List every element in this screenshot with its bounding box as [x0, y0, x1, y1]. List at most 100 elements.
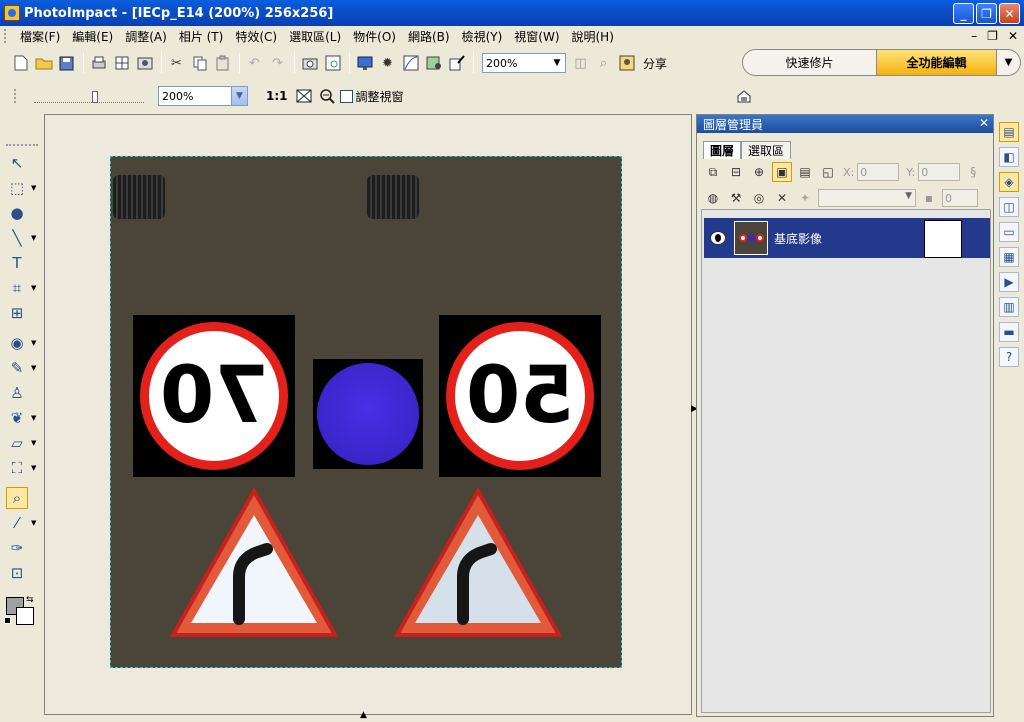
- layer-mask-thumbnail[interactable]: [924, 220, 962, 258]
- chevron-down-icon[interactable]: ▼: [31, 439, 36, 447]
- mask-icon[interactable]: ◍: [703, 188, 723, 208]
- background-color-swatch[interactable]: [16, 607, 34, 625]
- new-icon[interactable]: [10, 53, 31, 74]
- properties-icon[interactable]: ▤: [795, 162, 815, 182]
- zoom-select[interactable]: 200% ▼: [482, 53, 566, 73]
- menu-view[interactable]: 檢視(Y): [456, 28, 509, 45]
- shape-icon[interactable]: ◫: [570, 53, 591, 74]
- path-tool-icon[interactable]: ●: [6, 202, 28, 224]
- thumbnail-view-icon[interactable]: ▣: [772, 162, 792, 182]
- chevron-down-icon[interactable]: ▼: [31, 364, 36, 372]
- paste-icon[interactable]: [212, 53, 233, 74]
- menu-web[interactable]: 網路(B): [402, 28, 456, 45]
- photoimpact-app-icon[interactable]: [4, 5, 20, 21]
- duplicate-layer-icon[interactable]: ⧉: [703, 162, 723, 182]
- menu-file[interactable]: 檔案(F): [14, 28, 66, 45]
- tab-layers[interactable]: 圖層: [703, 141, 742, 159]
- fit-window-checkbox[interactable]: [339, 89, 353, 103]
- menu-help[interactable]: 說明(H): [566, 28, 620, 45]
- text-tool-icon[interactable]: T: [6, 252, 28, 274]
- eye-mask-icon[interactable]: ◎: [749, 188, 769, 208]
- pen-tool-icon[interactable]: ✑: [6, 537, 28, 559]
- export-icon[interactable]: [736, 88, 752, 104]
- swap-colors-icon[interactable]: ⇆: [26, 595, 34, 605]
- options-grip[interactable]: [14, 89, 18, 103]
- document-dock-icon[interactable]: ▥: [999, 297, 1019, 317]
- layer-row-base-image[interactable]: 基底影像: [704, 218, 990, 258]
- close-button[interactable]: ✕: [999, 3, 1020, 24]
- chevron-down-icon[interactable]: ▼: [31, 234, 36, 242]
- effects-dock-icon[interactable]: ◈: [999, 172, 1019, 192]
- pick-tool-icon[interactable]: ↖: [6, 152, 28, 174]
- close-icon[interactable]: ✕: [979, 116, 989, 130]
- doc-restore-button[interactable]: ❐: [987, 29, 998, 43]
- chevron-down-icon[interactable]: ▼: [31, 184, 36, 192]
- zoom-slider-thumb[interactable]: [92, 91, 98, 103]
- save-icon[interactable]: [56, 53, 77, 74]
- paint-brush-icon[interactable]: ✎: [6, 357, 28, 379]
- chevron-down-icon[interactable]: ▼: [31, 464, 36, 472]
- capture-icon[interactable]: [322, 53, 343, 74]
- object-tool-icon[interactable]: ⊡: [6, 562, 28, 584]
- delete-layer-icon[interactable]: ✕: [772, 188, 792, 208]
- zoom-out-icon[interactable]: [317, 86, 338, 107]
- opacity-icon[interactable]: ▪: [919, 188, 939, 208]
- link-icon[interactable]: §: [963, 162, 983, 182]
- menu-selection[interactable]: 選取區(L): [283, 28, 347, 45]
- retouch-tool-icon[interactable]: ❦: [6, 407, 28, 429]
- cut-icon[interactable]: ✂: [166, 53, 187, 74]
- redo-icon[interactable]: ↷: [267, 53, 288, 74]
- actual-size-button[interactable]: 1:1: [266, 89, 288, 103]
- zoom-tool-icon[interactable]: ⌕: [6, 487, 28, 509]
- restore-button[interactable]: ❐: [976, 3, 997, 24]
- search-web-icon[interactable]: ⌕: [593, 53, 614, 74]
- y-field[interactable]: 0: [918, 163, 961, 181]
- open-icon[interactable]: [33, 53, 54, 74]
- zoom-layer-icon[interactable]: ⊕: [749, 162, 769, 182]
- chevron-down-icon[interactable]: ▼: [31, 414, 36, 422]
- camera-icon[interactable]: [134, 53, 155, 74]
- snapshot-icon[interactable]: [299, 53, 320, 74]
- undo-icon[interactable]: ↶: [244, 53, 265, 74]
- canvas-scroll-arrow-icon[interactable]: ▲: [360, 710, 367, 720]
- layer-manager-dock-icon[interactable]: ▤: [999, 122, 1019, 142]
- monitor-icon[interactable]: [354, 53, 375, 74]
- line-tool-icon[interactable]: ╲: [6, 227, 28, 249]
- eye-tool-icon[interactable]: ◉: [6, 332, 28, 354]
- color-swatches[interactable]: ⇆: [4, 595, 36, 627]
- menu-edit[interactable]: 編輯(E): [66, 28, 119, 45]
- chevron-down-icon[interactable]: ▼: [231, 87, 247, 105]
- menu-photo[interactable]: 相片 (T): [173, 28, 230, 45]
- layer-manager-titlebar[interactable]: 圖層管理員 ✕: [697, 115, 993, 133]
- scan-icon[interactable]: [88, 53, 109, 74]
- fill-tool-icon[interactable]: ⛶: [6, 457, 28, 479]
- chevron-down-icon[interactable]: ▼: [549, 54, 565, 72]
- snapshot-layer-icon[interactable]: ◱: [818, 162, 838, 182]
- share-label[interactable]: 分享: [643, 55, 667, 72]
- enhance-icon[interactable]: [423, 53, 444, 74]
- stamp-tool-icon[interactable]: ♙: [6, 382, 28, 404]
- menu-grip[interactable]: [4, 29, 8, 43]
- chevron-down-icon[interactable]: ▼: [905, 191, 912, 201]
- transform-tool-icon[interactable]: ⊞: [6, 302, 28, 324]
- color-grid-dock-icon[interactable]: ▦: [999, 247, 1019, 267]
- easy-palette-dock-icon[interactable]: ◧: [999, 147, 1019, 167]
- doc-minimize-button[interactable]: –: [971, 29, 977, 43]
- chevron-down-icon[interactable]: ▼: [31, 284, 36, 292]
- share-icon[interactable]: [616, 53, 637, 74]
- blend-mode-select[interactable]: ▼: [818, 189, 916, 207]
- help-dock-icon[interactable]: ?: [999, 347, 1019, 367]
- chevron-down-icon[interactable]: ▼: [31, 519, 36, 527]
- fit-window-label[interactable]: 調整視窗: [356, 88, 404, 105]
- copy-icon[interactable]: [189, 53, 210, 74]
- tools-icon[interactable]: ⚒: [726, 188, 746, 208]
- grid-icon[interactable]: [111, 53, 132, 74]
- visibility-eye-icon[interactable]: [710, 231, 726, 245]
- menu-adjust[interactable]: 調整(A): [119, 28, 173, 45]
- full-edit-button[interactable]: 全功能編輯: [877, 49, 997, 76]
- crop-tool-icon[interactable]: ⌗: [6, 277, 28, 299]
- doc-close-button[interactable]: ✕: [1008, 29, 1018, 43]
- quick-fix-button[interactable]: 快速修片: [742, 49, 877, 76]
- reset-colors-icon[interactable]: [4, 617, 11, 624]
- mode-dropdown-button[interactable]: ▼: [997, 49, 1021, 76]
